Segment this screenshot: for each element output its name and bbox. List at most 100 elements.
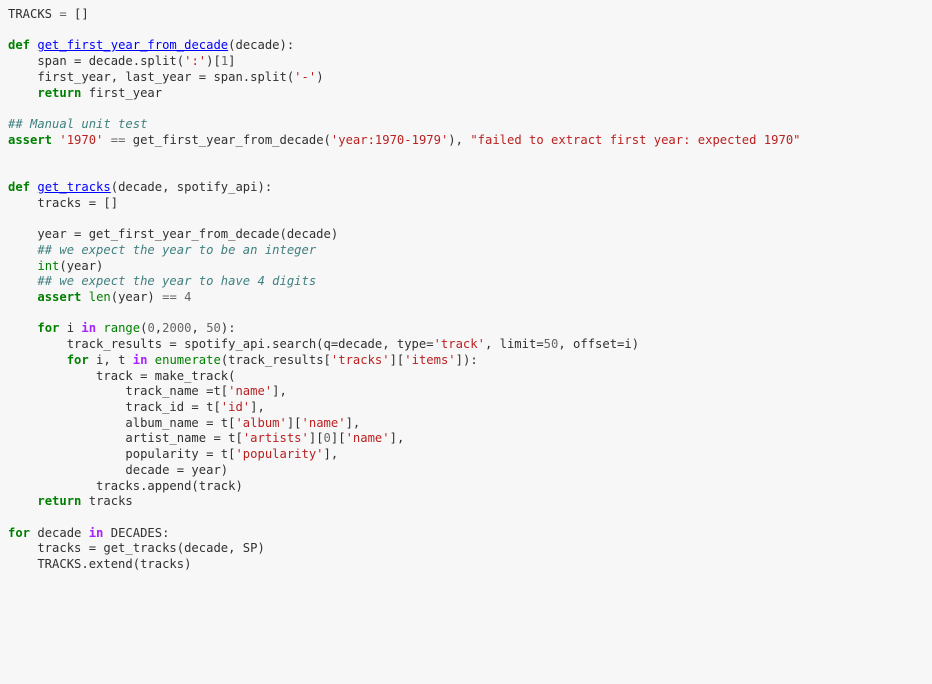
code-token: span = decade.split(	[8, 54, 185, 69]
code-token: for	[66, 352, 89, 367]
code-token: 'album'	[235, 415, 287, 430]
code-line: assert '1970' == get_first_year_from_dec…	[8, 133, 932, 149]
code-token: TRACKS.extend(tracks)	[8, 557, 192, 572]
code-token: 'items'	[404, 352, 456, 367]
code-token: def	[8, 38, 31, 53]
code-token: ,	[191, 321, 207, 336]
code-token: get_tracks	[37, 179, 111, 194]
code-token: in	[81, 321, 97, 336]
code-token: 2000	[162, 321, 192, 336]
code-token: assert	[37, 289, 82, 304]
code-token: , offset=i)	[558, 337, 640, 352]
code-line: tracks.append(track)	[8, 479, 932, 495]
code-token: ][	[308, 431, 324, 446]
code-token: track_id = t[	[8, 399, 221, 414]
code-line: TRACKS = []	[8, 7, 932, 23]
code-token: tracks = []	[8, 195, 119, 210]
code-token: ## Manual unit test	[8, 117, 148, 132]
code-line: artist_name = t['artists'][0]['name'],	[8, 431, 932, 447]
code-token: (decade):	[228, 38, 295, 53]
code-token: first_year	[81, 85, 163, 100]
code-line: return tracks	[8, 494, 932, 510]
code-token: year = get_first_year_from_decade(decade…	[8, 227, 339, 242]
code-token: def	[8, 179, 31, 194]
code-token: tracks	[81, 494, 133, 509]
code-token: decade	[30, 525, 89, 540]
code-line: ## we expect the year to be an integer	[8, 243, 932, 259]
code-token: enumerate	[154, 352, 221, 367]
code-token: "failed to extract first year: expected …	[470, 132, 801, 147]
code-token: track_results = spotify_api.search(q=dec…	[8, 337, 434, 352]
code-token: 0	[323, 431, 331, 446]
code-token: 'popularity'	[235, 447, 324, 462]
code-token: for	[8, 525, 31, 540]
code-token: get_first_year_from_decade(	[132, 132, 331, 147]
code-token: 'artists'	[242, 431, 309, 446]
code-token: for	[37, 321, 60, 336]
code-token: 0	[147, 321, 155, 336]
code-line: track_id = t['id'],	[8, 400, 932, 416]
code-line: tracks = []	[8, 196, 932, 212]
code-token: ],	[272, 384, 287, 399]
code-line: return first_year	[8, 86, 932, 102]
code-token: ==	[103, 132, 133, 147]
code-token: 'name'	[345, 431, 390, 446]
code-token: ],	[250, 399, 265, 414]
code-token: 'track'	[433, 337, 485, 352]
code-line: int(year)	[8, 259, 932, 275]
code-line: tracks = get_tracks(decade, SP)	[8, 541, 932, 557]
code-token: 50	[543, 337, 559, 352]
code-token: ],	[323, 447, 339, 462]
code-token: first_year, last_year = span.split(	[8, 69, 295, 84]
code-token: ## we expect the year to have 4 digits	[37, 274, 317, 289]
code-token: return	[37, 494, 82, 509]
code-token: ][	[389, 352, 405, 367]
code-token: get_first_year_from_decade	[37, 38, 229, 53]
code-token: len	[88, 289, 111, 304]
code-token: i	[59, 321, 82, 336]
code-line: def get_first_year_from_decade(decade):	[8, 38, 932, 54]
code-token: ][	[286, 415, 302, 430]
code-token: ]	[228, 54, 236, 69]
code-token: ][	[330, 431, 346, 446]
code-line: track = make_track(	[8, 369, 932, 385]
code-line: ## we expect the year to have 4 digits	[8, 274, 932, 290]
code-line: for i in range(0,2000, 50):	[8, 321, 932, 337]
code-token: []	[74, 7, 89, 21]
code-token: 50	[206, 321, 221, 336]
code-token: track = make_track(	[8, 368, 236, 383]
code-token: '1970'	[59, 132, 104, 147]
code-line: for decade in DECADES:	[8, 526, 932, 542]
code-token: assert	[8, 132, 53, 147]
code-line: span = decade.split(':')[1]	[8, 54, 932, 70]
code-token: popularity = t[	[8, 447, 236, 462]
code-token: '-'	[294, 69, 317, 84]
code-line: TRACKS.extend(tracks)	[8, 557, 932, 573]
code-token: DECADES:	[103, 525, 170, 540]
code-token: track_name =t[	[8, 384, 229, 399]
code-token: tracks.append(track)	[8, 478, 243, 493]
code-line: first_year, last_year = span.split('-')	[8, 70, 932, 86]
code-line: ## Manual unit test	[8, 117, 932, 133]
code-token: tracks = get_tracks(decade, SP)	[8, 541, 265, 556]
code-token: return	[37, 85, 82, 100]
code-token: artist_name = t[	[8, 431, 243, 446]
code-editor-cell[interactable]: TRACKS = [] def get_first_year_from_deca…	[0, 0, 932, 684]
code-line: def get_tracks(decade, spotify_api):	[8, 180, 932, 196]
code-token: (year)	[110, 289, 163, 304]
code-token: 4	[184, 289, 192, 304]
code-content[interactable]: TRACKS = [] def get_first_year_from_deca…	[8, 7, 932, 573]
